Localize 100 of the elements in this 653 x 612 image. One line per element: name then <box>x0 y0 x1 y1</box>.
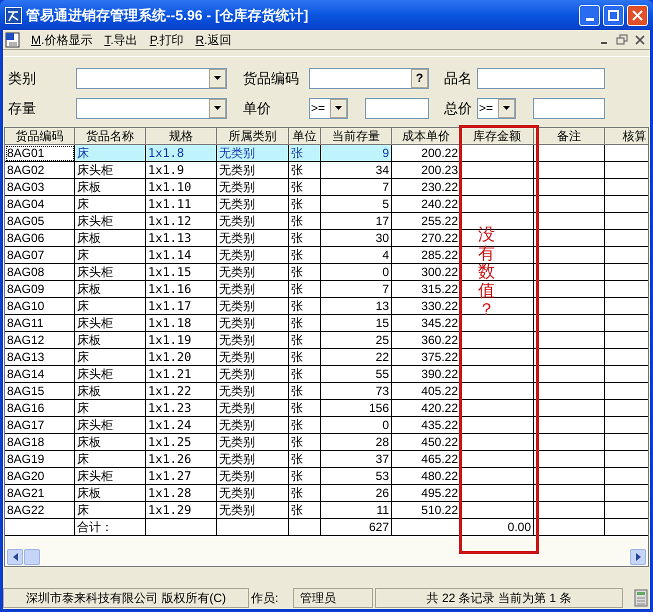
close-button[interactable] <box>627 4 648 26</box>
table-cell: 8AG16 <box>5 400 75 417</box>
column-header[interactable]: 库存金额 <box>461 128 534 145</box>
table-cell: 张 <box>289 315 321 332</box>
table-cell: 315.22 <box>392 281 461 298</box>
unit-price-input-field[interactable] <box>365 98 429 118</box>
column-header[interactable]: 所属类别 <box>217 128 289 145</box>
table-cell: 0.00 <box>461 519 534 536</box>
table-cell: 床 <box>75 247 146 264</box>
menu-item[interactable]: M.价格显示 <box>31 30 92 48</box>
column-header[interactable]: 核算 <box>605 128 648 145</box>
table-cell: 0 <box>321 264 392 281</box>
table-cell: 7 <box>321 281 392 298</box>
stock-dropdown[interactable] <box>76 98 227 118</box>
table-cell: 张 <box>289 196 321 213</box>
operator-dropdown[interactable]: >= <box>477 98 516 118</box>
table-cell: 张 <box>289 383 321 400</box>
table-cell: 8AG17 <box>5 417 75 434</box>
table-cell: 无类别 <box>217 366 289 383</box>
table-cell: 420.22 <box>392 400 461 417</box>
column-header[interactable]: 单位 <box>289 128 321 145</box>
code-input-field[interactable]: ? <box>309 68 429 88</box>
table-cell: 8AG02 <box>5 162 75 179</box>
operator-dropdown[interactable]: >= <box>309 98 348 118</box>
table-cell: 345.22 <box>392 315 461 332</box>
table-cell: 床 <box>75 349 146 366</box>
table-cell: 1x1.8 <box>146 145 217 162</box>
table-cell: 285.22 <box>392 247 461 264</box>
table-cell: 床板 <box>75 230 146 247</box>
table-cell: 627 <box>321 519 392 536</box>
table-cell: 8AG10 <box>5 298 75 315</box>
column-header[interactable]: 货品名称 <box>75 128 146 145</box>
column-header[interactable]: 货品编码 <box>5 128 75 145</box>
restore-icon[interactable] <box>614 32 630 46</box>
table-cell: 床板 <box>75 281 146 298</box>
table-cell: 1x1.23 <box>146 400 217 417</box>
category-dropdown[interactable] <box>76 68 227 88</box>
scroll-left-button[interactable] <box>7 549 23 565</box>
lookup-button[interactable]: ? <box>411 68 428 88</box>
table-cell: 无类别 <box>217 349 289 366</box>
table-cell: 张 <box>289 468 321 485</box>
table-cell: 床板 <box>75 485 146 502</box>
table-cell: 无类别 <box>217 451 289 468</box>
table-cell: 床 <box>75 400 146 417</box>
table-cell: 8AG18 <box>5 434 75 451</box>
table-cell: 1x1.16 <box>146 281 217 298</box>
table-cell: 1x1.12 <box>146 213 217 230</box>
table-cell: 无类别 <box>217 179 289 196</box>
menu-item[interactable]: T.导出 <box>104 30 138 48</box>
minimize-icon <box>586 18 594 20</box>
table-cell: 360.22 <box>392 332 461 349</box>
table-cell: 435.22 <box>392 417 461 434</box>
table-cell: 9 <box>321 145 392 162</box>
table-cell: 张 <box>289 281 321 298</box>
table-cell: 375.22 <box>392 349 461 366</box>
table-cell: 390.22 <box>392 366 461 383</box>
table-cell: 8AG04 <box>5 196 75 213</box>
table-cell: 25 <box>321 332 392 349</box>
name-input-field[interactable] <box>477 68 605 88</box>
table-cell: 无类别 <box>217 332 289 349</box>
table-cell: 张 <box>289 264 321 281</box>
table-cell: 1x1.25 <box>146 434 217 451</box>
left-arrow-icon <box>12 553 18 561</box>
dropdown-arrow-icon <box>214 106 221 110</box>
table-cell: 1x1.29 <box>146 502 217 519</box>
menu-item[interactable]: P.打印 <box>150 30 184 48</box>
table-cell: 合计： <box>75 519 146 536</box>
table-cell: 无类别 <box>217 502 289 519</box>
table-cell: 1x1.20 <box>146 349 217 366</box>
column-header[interactable]: 当前存量 <box>321 128 392 145</box>
scroll-right-button[interactable] <box>630 549 646 565</box>
table-cell: 无类别 <box>217 281 289 298</box>
table-cell: 405.22 <box>392 383 461 400</box>
table-cell: 1x1.13 <box>146 230 217 247</box>
table-cell: 1x1.27 <box>146 468 217 485</box>
total-price-input-field[interactable] <box>533 98 605 118</box>
annotation-text: 没有数值？ <box>478 226 495 320</box>
table-cell: 1x1.18 <box>146 315 217 332</box>
menu-item[interactable]: R.返回 <box>196 30 232 48</box>
table-cell: 张 <box>289 247 321 264</box>
table-cell: 1x1.28 <box>146 485 217 502</box>
column-header[interactable]: 成本单价 <box>392 128 461 145</box>
table-cell: 床 <box>75 502 146 519</box>
table-cell: 30 <box>321 230 392 247</box>
table-cell: 495.22 <box>392 485 461 502</box>
table-cell: 28 <box>321 434 392 451</box>
table-cell: 230.22 <box>392 179 461 196</box>
table-cell: 300.22 <box>392 264 461 281</box>
maximize-button[interactable] <box>603 4 624 26</box>
minimize-button[interactable] <box>579 4 600 26</box>
table-cell: 张 <box>289 417 321 434</box>
column-header[interactable]: 备注 <box>534 128 605 145</box>
column-header[interactable]: 规格 <box>146 128 217 145</box>
table-cell: 8AG21 <box>5 485 75 502</box>
table-cell: 张 <box>289 179 321 196</box>
table-cell: 156 <box>321 400 392 417</box>
table-cell: 无类别 <box>217 400 289 417</box>
field-label: 存量 <box>8 98 37 118</box>
scroll-thumb[interactable] <box>24 549 40 565</box>
table-cell: 330.22 <box>392 298 461 315</box>
